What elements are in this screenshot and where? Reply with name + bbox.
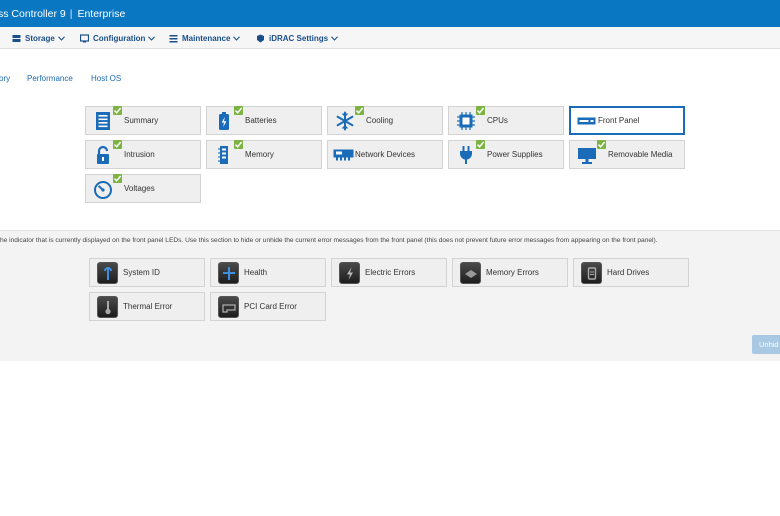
pci-card-icon bbox=[218, 296, 239, 318]
battery-icon bbox=[219, 112, 229, 130]
snowflake-icon bbox=[336, 111, 354, 131]
status-ok-icon bbox=[113, 106, 122, 115]
nav-idrac-settings[interactable]: iDRAC Settings bbox=[256, 27, 339, 49]
health-icon bbox=[218, 262, 239, 284]
component-network-devices[interactable]: Network Devices bbox=[327, 140, 443, 169]
component-front-panel-label: Front Panel bbox=[598, 116, 640, 125]
component-removable-media-label: Removable Media bbox=[608, 150, 673, 159]
summary-icon bbox=[96, 112, 110, 130]
component-voltages-label: Voltages bbox=[124, 184, 155, 193]
lock-icon bbox=[97, 145, 109, 164]
component-removable-media[interactable]: Removable Media bbox=[569, 140, 685, 169]
idrac-settings-icon bbox=[257, 34, 264, 42]
component-intrusion-label: Intrusion bbox=[124, 150, 155, 159]
memory-icon bbox=[218, 146, 228, 164]
tab-host-os[interactable]: Host OS bbox=[91, 74, 121, 83]
error-health[interactable]: Health bbox=[210, 258, 326, 287]
unhide-button[interactable]: Unhid bbox=[752, 335, 780, 354]
chevron-down-icon bbox=[331, 35, 339, 41]
front-panel-icon bbox=[577, 117, 596, 125]
error-system-id[interactable]: System ID bbox=[89, 258, 205, 287]
status-ok-icon bbox=[234, 140, 243, 149]
component-cooling-label: Cooling bbox=[366, 116, 394, 125]
error-pci-card[interactable]: PCI Card Error bbox=[210, 292, 326, 321]
component-intrusion[interactable]: Intrusion bbox=[85, 140, 201, 169]
component-cpus-label: CPUs bbox=[487, 116, 508, 125]
system-id-icon bbox=[97, 262, 118, 284]
nav-idrac-settings-label: iDRAC Settings bbox=[269, 33, 329, 43]
status-ok-icon bbox=[113, 140, 122, 149]
error-system-id-label: System ID bbox=[123, 268, 160, 277]
nav-configuration-label: Configuration bbox=[93, 33, 146, 43]
component-summary-label: Summary bbox=[124, 116, 159, 125]
front-panel-description: he indicator that is currently displayed… bbox=[0, 237, 658, 244]
product-edition: Enterprise bbox=[77, 7, 126, 20]
title-separator: | bbox=[69, 7, 73, 20]
configuration-icon bbox=[80, 33, 89, 42]
top-navigation: Storage Configuration Maintenance iDRAC … bbox=[0, 27, 780, 49]
component-voltages[interactable]: Voltages bbox=[85, 174, 201, 203]
component-power-supplies[interactable]: Power Supplies bbox=[448, 140, 564, 169]
component-cpus[interactable]: CPUs bbox=[448, 106, 564, 135]
electric-icon bbox=[339, 262, 360, 284]
nav-configuration[interactable]: Configuration bbox=[80, 27, 156, 49]
error-memory[interactable]: Memory Errors bbox=[452, 258, 568, 287]
maintenance-icon bbox=[169, 34, 178, 42]
error-pci-card-label: PCI Card Error bbox=[244, 302, 297, 311]
status-ok-icon bbox=[476, 140, 485, 149]
component-memory-label: Memory bbox=[245, 150, 274, 159]
component-cooling[interactable]: Cooling bbox=[327, 106, 443, 135]
component-power-supplies-label: Power Supplies bbox=[487, 150, 543, 159]
cpu-icon bbox=[457, 112, 475, 130]
gauge-icon bbox=[94, 181, 112, 199]
memory-error-icon bbox=[460, 262, 481, 284]
error-memory-label: Memory Errors bbox=[486, 268, 539, 277]
tab-inventory[interactable]: ory bbox=[0, 74, 10, 83]
chevron-down-icon bbox=[148, 35, 156, 41]
error-health-label: Health bbox=[244, 268, 268, 277]
system-tabs: ory Performance Host OS bbox=[0, 74, 780, 88]
error-electric[interactable]: Electric Errors bbox=[331, 258, 447, 287]
power-plug-icon bbox=[460, 146, 472, 164]
network-card-icon bbox=[333, 149, 354, 161]
error-thermal-label: Thermal Error bbox=[123, 302, 173, 311]
thermometer-icon bbox=[97, 296, 118, 318]
chevron-down-icon bbox=[57, 35, 65, 41]
component-memory[interactable]: Memory bbox=[206, 140, 322, 169]
status-ok-icon bbox=[476, 106, 485, 115]
storage-icon bbox=[12, 34, 21, 42]
component-network-devices-label: Network Devices bbox=[355, 150, 416, 159]
status-ok-icon bbox=[113, 174, 122, 183]
component-batteries-label: Batteries bbox=[245, 116, 277, 125]
error-electric-label: Electric Errors bbox=[365, 268, 416, 277]
error-hard-drives[interactable]: Hard Drives bbox=[573, 258, 689, 287]
nav-storage-label: Storage bbox=[25, 33, 55, 43]
nav-maintenance[interactable]: Maintenance bbox=[169, 27, 241, 49]
nav-storage[interactable]: Storage bbox=[12, 27, 65, 49]
status-ok-icon bbox=[597, 140, 606, 149]
component-batteries[interactable]: Batteries bbox=[206, 106, 322, 135]
product-title: ss Controller 9 bbox=[0, 7, 66, 20]
error-thermal[interactable]: Thermal Error bbox=[89, 292, 205, 321]
error-hard-drives-label: Hard Drives bbox=[607, 268, 650, 277]
title-banner: ss Controller 9 | Enterprise bbox=[0, 0, 780, 27]
hard-drive-icon bbox=[581, 262, 602, 284]
component-summary[interactable]: Summary bbox=[85, 106, 201, 135]
chevron-down-icon bbox=[233, 35, 241, 41]
status-ok-icon bbox=[234, 106, 243, 115]
nav-maintenance-label: Maintenance bbox=[182, 33, 231, 43]
status-ok-icon bbox=[355, 106, 364, 115]
tab-performance[interactable]: Performance bbox=[27, 74, 73, 83]
component-front-panel[interactable]: Front Panel bbox=[569, 106, 685, 135]
monitor-icon bbox=[578, 148, 596, 164]
